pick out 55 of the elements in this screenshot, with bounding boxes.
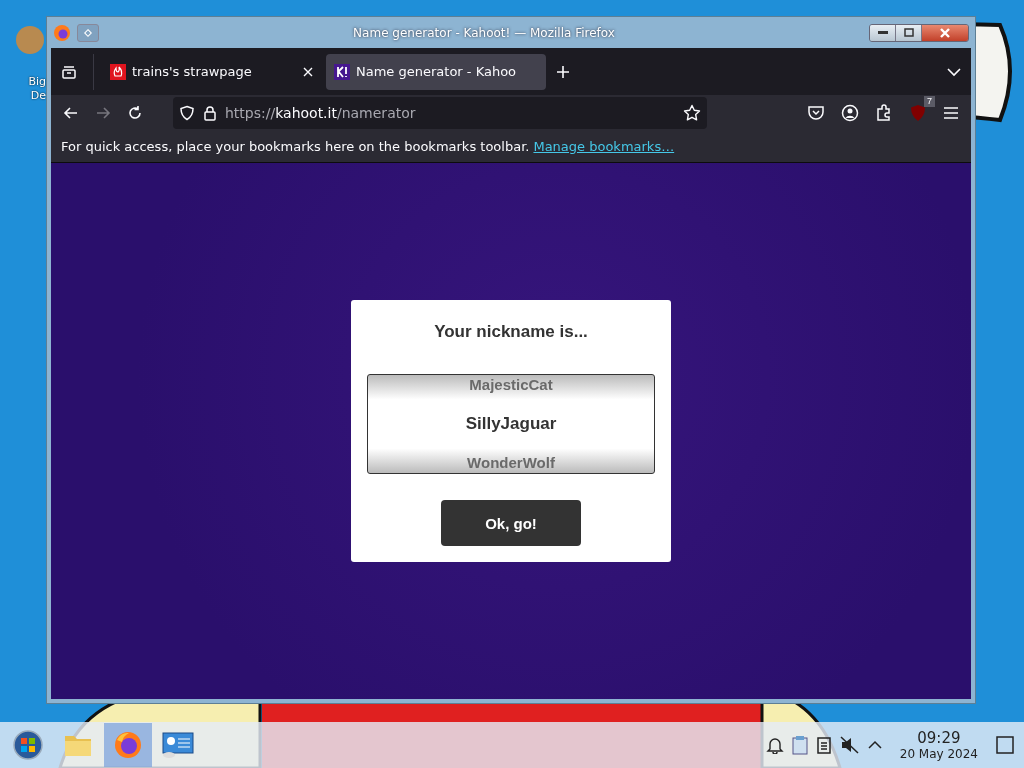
- nickname-option: WonderWolf: [467, 454, 555, 472]
- nickname-picker[interactable]: MajesticCat SillyJaguar WonderWolf: [367, 374, 655, 474]
- browser-tab[interactable]: trains's strawpage: [102, 53, 322, 90]
- reload-icon: [127, 105, 143, 121]
- control-panel-icon[interactable]: [161, 731, 195, 759]
- clipboard-icon[interactable]: [791, 735, 808, 755]
- desktop-icon-label: Big: [28, 76, 46, 88]
- maximize-icon: [903, 28, 914, 37]
- desktop-icon-label: De: [30, 90, 46, 102]
- firefox-icon[interactable]: [113, 730, 143, 760]
- pocket-icon: [807, 105, 825, 121]
- minimize-button[interactable]: [870, 24, 896, 41]
- bookmark-star-icon[interactable]: [683, 104, 701, 122]
- tab-close-icon[interactable]: [302, 65, 314, 78]
- bell-icon[interactable]: [765, 736, 784, 754]
- diamond-icon: [84, 26, 92, 39]
- clock-time[interactable]: 09:29: [917, 729, 961, 747]
- taskbar-app[interactable]: [104, 723, 152, 767]
- back-arrow-icon: [63, 105, 79, 121]
- kahoot-favicon: [334, 63, 350, 80]
- close-icon: [939, 27, 951, 38]
- address-bar[interactable]: https://kahoot.it/namerator: [173, 97, 707, 129]
- manage-bookmarks-link[interactable]: Manage bookmarks…: [533, 139, 675, 154]
- clock-date[interactable]: 20 May 2024: [899, 746, 978, 761]
- show-desktop-icon[interactable]: [996, 736, 1014, 754]
- bookmarks-hint: For quick access, place your bookmarks here on the bookmarks toolbar.: [61, 139, 530, 154]
- notes-icon[interactable]: [815, 736, 832, 754]
- puzzle-icon: [875, 104, 893, 122]
- nickname-option: MajesticCat: [469, 376, 553, 394]
- chevron-down-icon: [947, 66, 961, 77]
- pin-button[interactable]: [77, 23, 99, 42]
- muted-speaker-icon[interactable]: [839, 736, 860, 754]
- firefox-icon[interactable]: [53, 23, 71, 42]
- flame-favicon: [110, 63, 126, 80]
- windows-logo-icon: [12, 729, 44, 761]
- ublock-button[interactable]: 7: [903, 98, 933, 128]
- url-text: https://kahoot.it/namerator: [225, 105, 417, 121]
- caret-up-icon[interactable]: [867, 740, 882, 750]
- ok-go-button[interactable]: Ok, go!: [441, 500, 581, 546]
- window-title: Name generator - Kahoot! — Mozilla Firefox: [352, 25, 616, 40]
- card-title: Your nickname is...: [434, 322, 588, 342]
- plus-icon: [556, 64, 570, 79]
- shield-icon: [909, 104, 927, 122]
- browser-tab[interactable]: Name generator - Kahoo: [326, 53, 546, 90]
- account-icon: [841, 104, 859, 122]
- tray-icon: [61, 63, 77, 80]
- count-badge: 7: [924, 96, 935, 107]
- forward-arrow-icon: [95, 105, 111, 121]
- maximize-button[interactable]: [896, 24, 922, 41]
- shield-icon[interactable]: [179, 105, 195, 121]
- lock-icon: [203, 105, 217, 121]
- close-button[interactable]: [922, 24, 968, 41]
- nickname-option: SillyJaguar: [465, 415, 557, 433]
- menu-icon: [943, 106, 959, 120]
- minimize-icon: [877, 30, 888, 35]
